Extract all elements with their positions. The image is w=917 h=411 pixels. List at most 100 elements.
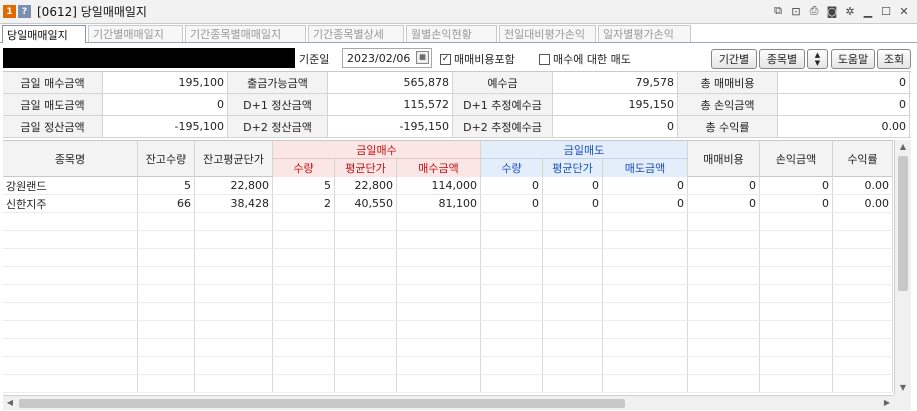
tab-6[interactable]: 전일대비평가손익	[499, 25, 596, 42]
table-row[interactable]	[3, 231, 893, 249]
header-sell-avg[interactable]: 평균단가	[543, 159, 603, 177]
table-cell	[833, 357, 893, 374]
tab-1[interactable]: 당일매매일지	[2, 25, 86, 43]
table-cell	[760, 213, 833, 230]
table-row[interactable]	[3, 303, 893, 321]
header-name[interactable]: 종목명	[3, 141, 138, 177]
include-fee-checkbox[interactable]: ✓ 매매비용포함	[440, 51, 515, 67]
table-cell	[195, 267, 273, 284]
scroll-right-icon[interactable]: ▶	[880, 396, 894, 410]
table-row[interactable]	[3, 339, 893, 357]
tab-3[interactable]: 기간종목별매매일지	[185, 25, 306, 42]
horizontal-scrollbar[interactable]: ◀ ▶	[3, 395, 894, 410]
table-cell	[138, 339, 195, 356]
down-arrow-icon[interactable]: ▼	[815, 59, 820, 67]
header-pnl[interactable]: 손익금액	[760, 141, 833, 177]
table-cell	[688, 267, 760, 284]
table-cell	[833, 321, 893, 338]
table-cell: 0	[481, 177, 543, 194]
table-cell	[195, 231, 273, 248]
minimize-icon[interactable]: ▁	[861, 4, 875, 18]
maximize-icon[interactable]: ☐	[879, 4, 893, 18]
checkbox-checked-icon: ✓	[440, 53, 451, 65]
table-cell	[195, 285, 273, 302]
by-stock-button[interactable]: 종목별	[759, 49, 805, 69]
table-cell: 0	[688, 195, 760, 212]
window-title: [0612] 당일매매일지	[37, 5, 147, 19]
vertical-scroll-thumb[interactable]	[898, 156, 908, 291]
query-toolbar: 기준일 2023/02/06 ▦ ✓ 매매비용포함 매수에 대한 매도 기간별 …	[0, 45, 917, 71]
header-fee[interactable]: 매매비용	[688, 141, 760, 177]
table-cell	[273, 321, 335, 338]
table-cell: 0	[760, 195, 833, 212]
summary-value: 565,878	[328, 72, 453, 93]
tab-2[interactable]: 기간별매매일지	[88, 25, 183, 42]
tab-7[interactable]: 일자별평가손익	[598, 25, 691, 42]
table-cell	[543, 375, 603, 392]
table-row[interactable]	[3, 213, 893, 231]
table-cell	[833, 339, 893, 356]
table-cell	[833, 303, 893, 320]
header-buy-avg[interactable]: 평균단가	[335, 159, 397, 177]
table-row[interactable]	[3, 267, 893, 285]
screen-number-badge[interactable]: 1	[3, 5, 16, 18]
table-cell	[138, 321, 195, 338]
table-cell	[688, 375, 760, 392]
date-input[interactable]: 2023/02/06 ▦	[342, 48, 432, 68]
header-buy-qty[interactable]: 수량	[273, 159, 335, 177]
table-cell	[335, 213, 397, 230]
table-cell	[273, 339, 335, 356]
by-period-button[interactable]: 기간별	[711, 49, 757, 69]
vertical-scrollbar[interactable]: ▲ ▼	[894, 140, 911, 395]
query-button[interactable]: 조회	[877, 49, 911, 69]
account-selector-redacted[interactable]	[3, 48, 295, 68]
scroll-up-icon[interactable]: ▲	[895, 140, 911, 154]
up-down-spinner[interactable]: ▲ ▼	[807, 49, 828, 69]
link-icon[interactable]: ⧉	[771, 4, 785, 18]
header-avg-price[interactable]: 잔고평균단가	[195, 141, 273, 177]
header-sell-qty[interactable]: 수량	[481, 159, 543, 177]
header-rate[interactable]: 수익률	[833, 141, 893, 177]
table-cell: 2	[273, 195, 335, 212]
sell-on-buy-checkbox[interactable]: 매수에 대한 매도	[539, 51, 631, 67]
close-icon[interactable]: ✕	[897, 4, 911, 18]
header-buy-amount[interactable]: 매수금액	[397, 159, 481, 177]
gear-icon[interactable]: ✲	[843, 4, 857, 18]
table-row[interactable]	[3, 285, 893, 303]
horizontal-scroll-thumb[interactable]	[19, 399, 625, 408]
table-cell	[195, 249, 273, 266]
table-cell	[195, 339, 273, 356]
table-cell	[3, 249, 138, 266]
table-cell	[543, 285, 603, 302]
table-row[interactable]	[3, 249, 893, 267]
camera-icon[interactable]: ◙	[825, 4, 839, 18]
header-qty[interactable]: 잔고수량	[138, 141, 195, 177]
print-icon[interactable]: ⎙	[807, 4, 821, 18]
up-arrow-icon[interactable]: ▲	[815, 51, 820, 59]
scroll-down-icon[interactable]: ▼	[895, 381, 911, 395]
table-cell	[760, 339, 833, 356]
table-cell	[138, 285, 195, 302]
header-sell-amount[interactable]: 매도금액	[603, 159, 688, 177]
tab-4[interactable]: 기간종목별상세	[308, 25, 404, 42]
table-cell	[603, 213, 688, 230]
pin-icon[interactable]: ⊡	[789, 4, 803, 18]
grid-body: 강원랜드 5 22,800 5 22,800 114,000 0 0 0 0 0 0.00 신한지주 66…	[3, 177, 893, 393]
summary-row: 금일 매수금액 195,100 출금가능금액 565,878 예수금 79,578 총 매매…	[3, 72, 911, 94]
help-button[interactable]: 도움말	[831, 49, 875, 69]
table-cell	[195, 303, 273, 320]
table-row[interactable]	[3, 375, 893, 393]
calendar-icon[interactable]: ▦	[416, 51, 429, 64]
table-cell	[688, 213, 760, 230]
table-cell	[760, 285, 833, 302]
table-cell	[543, 357, 603, 374]
table-cell	[335, 321, 397, 338]
scroll-left-icon[interactable]: ◀	[3, 396, 17, 410]
table-row[interactable]	[3, 357, 893, 375]
table-row[interactable]	[3, 321, 893, 339]
table-cell	[397, 285, 481, 302]
tab-5[interactable]: 월별손익현황	[406, 25, 497, 42]
table-row[interactable]: 강원랜드 5 22,800 5 22,800 114,000 0 0 0 0 0 0.00	[3, 177, 893, 195]
help-badge[interactable]: ?	[18, 5, 31, 18]
table-row[interactable]: 신한지주 66 38,428 2 40,550 81,100 0 0 0 0 0 0.00	[3, 195, 893, 213]
